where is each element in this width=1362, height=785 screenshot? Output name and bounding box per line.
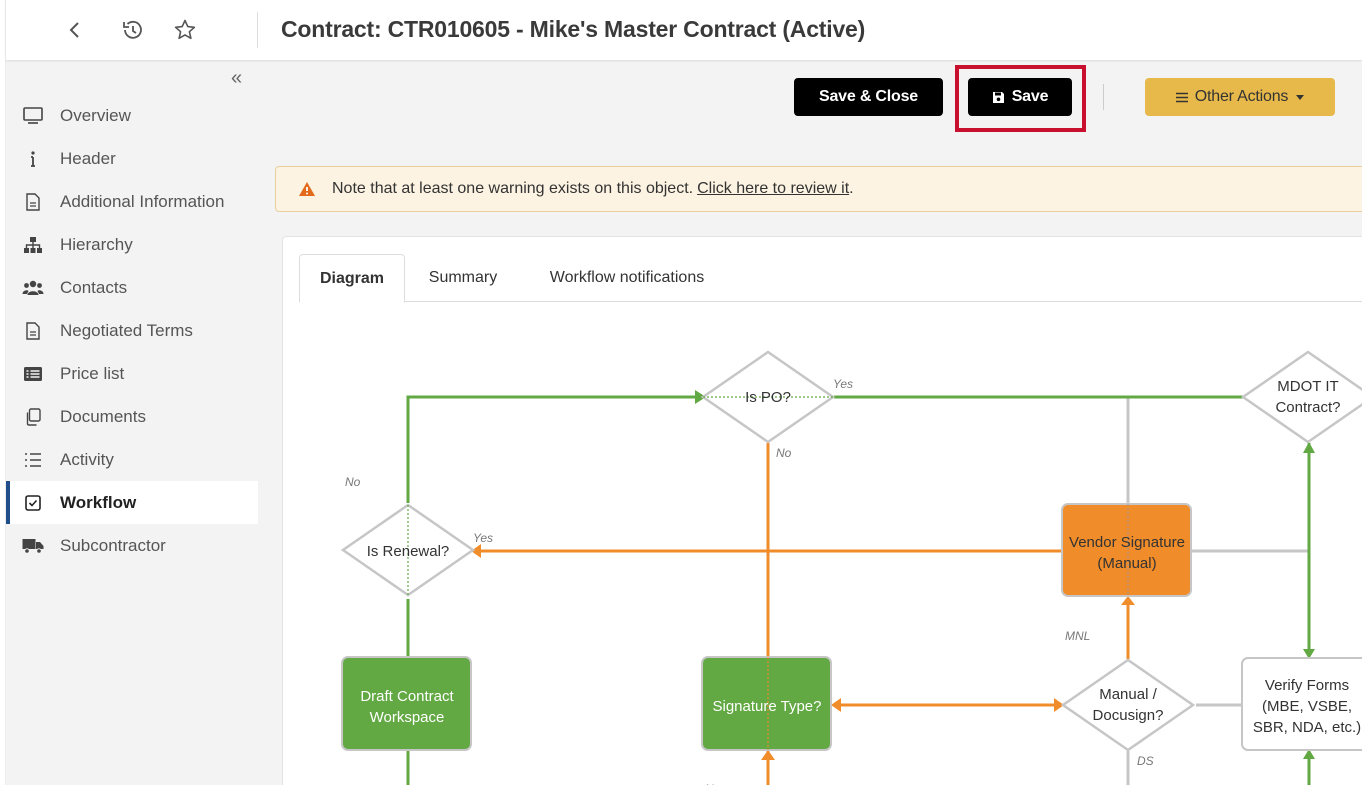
warning-banner: Note that at least one warning exists on… [275, 166, 1362, 212]
toolbar-divider [1103, 84, 1104, 110]
menu-icon [1175, 92, 1188, 103]
truck-icon [22, 536, 44, 556]
header-divider [257, 12, 258, 48]
node-label: Contract? [1275, 399, 1340, 416]
arrowhead-orange [1121, 596, 1135, 605]
review-warnings-link[interactable]: Click here to review it [697, 180, 849, 198]
sidebar-item-label: Hierarchy [60, 234, 133, 254]
sidebar-item-label: Contacts [60, 277, 128, 297]
sidebar-item-workflow[interactable]: Workflow [6, 481, 258, 524]
back-icon[interactable] [61, 16, 89, 44]
list-table-icon [22, 364, 44, 384]
list-icon [22, 450, 44, 470]
sidebar-item-label: Documents [60, 406, 146, 426]
node-label: (Manual) [1097, 555, 1156, 572]
tab-diagram[interactable]: Diagram [299, 254, 405, 303]
save-button[interactable]: Save [968, 78, 1072, 116]
node-label: Signature Type? [713, 698, 822, 715]
node-label: SBR, NDA, etc.) [1253, 719, 1361, 736]
floppy-disk-icon [992, 91, 1005, 104]
edge-label: No [776, 446, 792, 460]
tab-bar: Diagram Summary Workflow notifications [299, 254, 1362, 303]
page-title: Contract: CTR010605 - Mike's Master Cont… [281, 16, 866, 42]
node-label: (MBE, VSBE, [1262, 698, 1352, 715]
edge-label: No [345, 475, 361, 489]
node-label: Workspace [370, 709, 445, 726]
sidebar-item-label: Additional Information [60, 191, 225, 211]
sidebar-item-label: Workflow [60, 492, 137, 512]
save-button-label: Save [1011, 88, 1049, 105]
sidebar-item-label: Price list [60, 363, 125, 383]
top-bar: Contract: CTR010605 - Mike's Master Cont… [6, 0, 1362, 61]
document-icon [22, 192, 44, 212]
sidebar-item-label: Overview [60, 105, 131, 125]
sidebar-item-subcontractor[interactable]: Subcontractor [6, 524, 258, 567]
node-mdot-it-contract [1240, 350, 1362, 444]
collapse-sidebar-icon[interactable]: « [231, 67, 242, 90]
sidebar-item-hierarchy[interactable]: Hierarchy [6, 223, 258, 266]
sidebar: « Overview Header Additional Information… [6, 62, 258, 785]
tab-summary[interactable]: Summary [415, 254, 511, 302]
sidebar-item-additional-information[interactable]: Additional Information [6, 180, 258, 223]
star-icon[interactable] [171, 16, 199, 44]
warning-text: Note that at least one warning exists on… [332, 180, 694, 197]
sidebar-item-header[interactable]: Header [6, 137, 258, 180]
node-label: Vendor Signature [1069, 534, 1185, 551]
main-content: Save & Close Save Other Actions Note tha… [258, 62, 1362, 785]
history-icon[interactable] [118, 16, 146, 44]
sidebar-item-label: Subcontractor [60, 535, 166, 555]
edge-label: DS [1137, 754, 1154, 768]
edge-label: MNL [1065, 629, 1090, 643]
node-label: Is Renewal? [367, 543, 450, 560]
tab-workflow-notifications[interactable]: Workflow notifications [527, 254, 727, 302]
users-icon [22, 278, 44, 298]
copy-icon [22, 407, 44, 427]
arrowhead-green [1303, 442, 1315, 453]
warning-icon [298, 181, 316, 197]
monitor-icon [22, 106, 44, 126]
info-icon [22, 149, 44, 169]
document-icon [22, 321, 44, 341]
node-label: MDOT IT [1277, 378, 1338, 395]
sidebar-item-documents[interactable]: Documents [6, 395, 258, 438]
sidebar-item-label: Header [60, 148, 116, 168]
node-label: Verify Forms [1265, 677, 1349, 694]
workflow-panel: Diagram Summary Workflow notifications I… [282, 236, 1362, 785]
sidebar-item-activity[interactable]: Activity [6, 438, 258, 481]
sidebar-nav: Overview Header Additional Information H… [6, 94, 258, 567]
sidebar-item-price-list[interactable]: Price list [6, 352, 258, 395]
sidebar-item-label: Negotiated Terms [60, 320, 193, 340]
edge-label: Yes [473, 531, 493, 545]
sidebar-item-label: Activity [60, 449, 114, 469]
sitemap-icon [22, 235, 44, 255]
warning-suffix: . [849, 180, 854, 197]
connector-green [406, 395, 695, 503]
other-actions-button[interactable]: Other Actions [1145, 78, 1335, 116]
sidebar-item-negotiated-terms[interactable]: Negotiated Terms [6, 309, 258, 352]
workflow-diagram: Is PO? MDOT IT Contract? Is Renewal? Ven… [340, 350, 1362, 785]
sidebar-item-overview[interactable]: Overview [6, 94, 258, 137]
node-manual-docusign [1060, 658, 1196, 752]
arrowhead-orange [831, 698, 841, 712]
arrowhead-orange [761, 750, 775, 760]
node-label: Manual / [1099, 686, 1157, 703]
other-actions-label: Other Actions [1194, 88, 1289, 105]
sidebar-item-contacts[interactable]: Contacts [6, 266, 258, 309]
node-label: Draft Contract [360, 688, 454, 705]
node-label: Docusign? [1093, 707, 1164, 724]
save-and-close-button[interactable]: Save & Close [794, 78, 943, 116]
edge-label: Yes [833, 377, 853, 391]
caret-down-icon [1296, 94, 1305, 100]
checkbox-icon [22, 493, 44, 513]
node-label: Is PO? [745, 389, 791, 406]
